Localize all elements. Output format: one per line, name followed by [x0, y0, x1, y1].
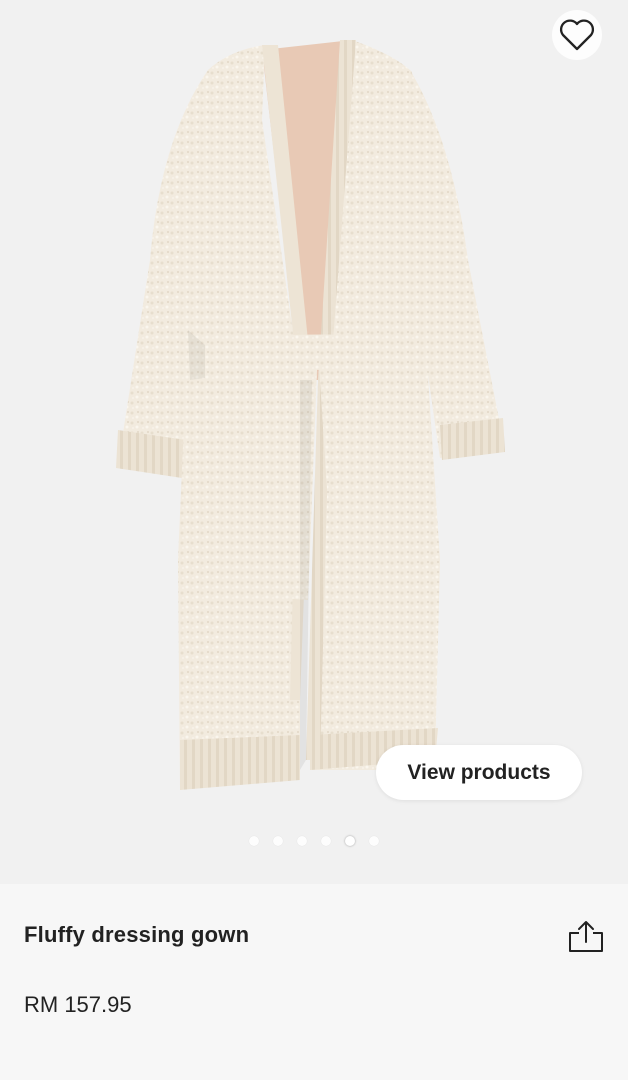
product-info: Fluffy dressing gown RM 157.95: [0, 884, 628, 1080]
share-icon: [569, 921, 603, 952]
pagination-dot[interactable]: [369, 836, 379, 846]
image-pagination: [0, 836, 628, 850]
pagination-dot-active[interactable]: [345, 836, 355, 846]
pagination-dot[interactable]: [321, 836, 331, 846]
product-title: Fluffy dressing gown: [24, 922, 250, 947]
heart-outline-icon: [560, 19, 594, 51]
pagination-dot[interactable]: [297, 836, 307, 846]
share-button[interactable]: [566, 917, 606, 957]
product-price: RM 157.95: [24, 992, 132, 1017]
wishlist-button[interactable]: [552, 10, 602, 60]
pagination-dot[interactable]: [273, 836, 283, 846]
view-products-button[interactable]: View products: [376, 745, 582, 800]
pagination-dot[interactable]: [249, 836, 259, 846]
product-gallery[interactable]: View products: [0, 0, 628, 884]
